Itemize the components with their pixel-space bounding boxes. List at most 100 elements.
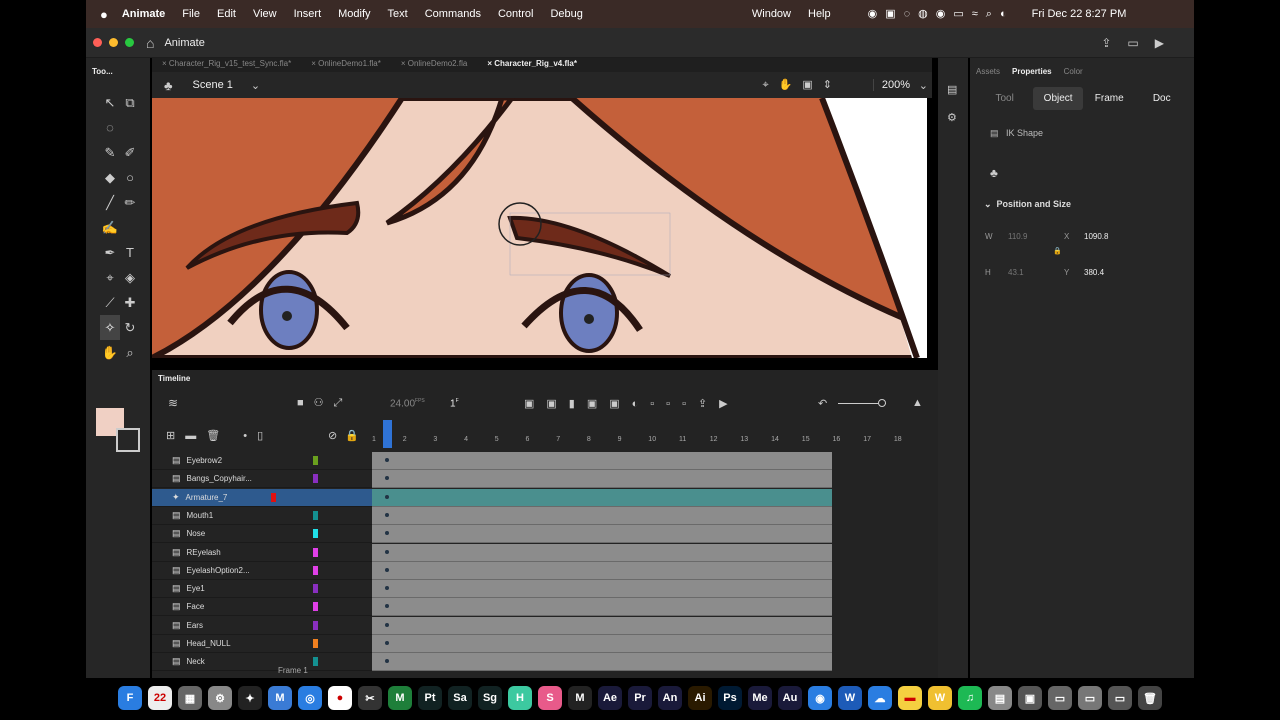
hand-icon[interactable]: ✋ bbox=[100, 340, 120, 365]
keyframe-dot[interactable] bbox=[385, 476, 389, 481]
keyframe-tools-icons[interactable]: ▣▣▮▣▣◐▫▫▫⇪▶ bbox=[524, 397, 740, 410]
chevron-down-icon[interactable]: ⌄ bbox=[251, 79, 260, 92]
dock-app-icon[interactable]: ▭ bbox=[1078, 686, 1102, 710]
dock-app-icon[interactable]: M bbox=[268, 686, 292, 710]
line-icon[interactable]: ╱ bbox=[100, 190, 120, 215]
keyframe-dot[interactable] bbox=[385, 604, 389, 609]
camera-parenting-graph-icons[interactable]: ■⚇⤢ bbox=[297, 396, 352, 410]
layer-color-marker[interactable] bbox=[313, 584, 318, 594]
layer-frames[interactable] bbox=[372, 653, 832, 672]
rotate-icon[interactable]: ↻ bbox=[120, 315, 140, 340]
zoom-slider-handle[interactable] bbox=[878, 399, 886, 407]
dock-app-icon[interactable]: ♫ bbox=[958, 686, 982, 710]
dock-app-icon[interactable]: Pt bbox=[418, 686, 442, 710]
menu-commands[interactable]: Commands bbox=[425, 8, 481, 20]
minimize-window-button[interactable] bbox=[109, 38, 118, 47]
symbol-icon[interactable]: ♣ bbox=[990, 166, 998, 180]
height-field[interactable]: 43.1 bbox=[1008, 268, 1024, 277]
paint-brush-icon[interactable]: ✐ bbox=[120, 140, 140, 165]
dock-app-icon[interactable]: ▤ bbox=[988, 686, 1012, 710]
layer-color-marker[interactable] bbox=[313, 547, 318, 557]
tab-doc-1[interactable]: × Character_Rig_v15_test_Sync.fla* bbox=[152, 58, 301, 72]
maximize-window-button[interactable] bbox=[125, 38, 134, 47]
dock-app-icon[interactable]: ◎ bbox=[298, 686, 322, 710]
zoom-dropdown-icon[interactable]: ⌄ bbox=[919, 79, 928, 92]
keyframe-dot[interactable] bbox=[385, 567, 389, 572]
dock-app-icon[interactable]: ◉ bbox=[808, 686, 832, 710]
home-icon[interactable]: ⌂ bbox=[146, 35, 154, 51]
x-field[interactable]: 1090.8 bbox=[1084, 232, 1108, 241]
layer-frames[interactable] bbox=[372, 525, 832, 544]
tab-properties[interactable]: Properties bbox=[1012, 67, 1052, 76]
dock-app-icon[interactable]: ▬ bbox=[898, 686, 922, 710]
keyframe-dot[interactable] bbox=[385, 659, 389, 664]
layer-color-marker[interactable] bbox=[271, 492, 276, 502]
lasso-icon[interactable]: ◌ bbox=[100, 115, 120, 140]
apple-icon[interactable]: ● bbox=[100, 7, 108, 22]
layer-frames[interactable] bbox=[372, 580, 832, 599]
dock-app-icon[interactable]: F bbox=[118, 686, 142, 710]
brush-icon[interactable]: ✎ bbox=[100, 140, 120, 165]
menu-app[interactable]: Animate bbox=[122, 8, 165, 20]
dock-app-icon[interactable]: ▣ bbox=[1018, 686, 1042, 710]
frame-ruler[interactable]: 1 2 3 4 5 6 7 8 9 10 11 12 13 14 15 16 17 18 bbox=[372, 436, 932, 448]
menu-file[interactable]: File bbox=[182, 8, 200, 20]
dock-panel-icons[interactable]: ▤ ⚙ bbox=[947, 76, 968, 132]
keyframe-dot[interactable] bbox=[385, 458, 389, 462]
keyframe-dot[interactable] bbox=[385, 494, 389, 499]
stage-canvas[interactable] bbox=[152, 98, 927, 358]
layer-row[interactable]: ▤ Nose bbox=[152, 525, 372, 544]
layer-frames[interactable] bbox=[372, 452, 832, 470]
layer-frames[interactable] bbox=[372, 470, 832, 489]
layer-row[interactable]: ▤ Neck bbox=[152, 653, 372, 672]
layer-color-marker[interactable] bbox=[313, 510, 318, 520]
zoom-icon[interactable]: ⌕ bbox=[120, 340, 140, 365]
subtab-object[interactable]: Object bbox=[1033, 87, 1083, 110]
layer-row[interactable]: ▤ Eyebrow2 bbox=[152, 452, 372, 470]
dock-app-icon[interactable]: M bbox=[388, 686, 412, 710]
status-icons[interactable]: ◉▣◌◍◉▭≈⌕◐ bbox=[868, 7, 1015, 21]
dock-app-icon[interactable]: H bbox=[508, 686, 532, 710]
dock-app-icon[interactable]: Ps bbox=[718, 686, 742, 710]
layer-row[interactable]: ▤ Bangs_Copyhair... bbox=[152, 470, 372, 489]
visibility-lock-icons[interactable]: ⊘🔒 bbox=[328, 429, 367, 442]
menu-modify[interactable]: Modify bbox=[338, 8, 370, 20]
layer-color-marker[interactable] bbox=[313, 657, 318, 667]
zoom-level[interactable]: 200% bbox=[872, 79, 910, 91]
stroke-color-swatch[interactable] bbox=[116, 428, 140, 452]
dock-app-icon[interactable]: Sa bbox=[448, 686, 472, 710]
tool-grid[interactable]: ↖ ⧉ ◌ ✎ ✐ ◆ ○ ╱ ✏ ✍ ✒ T ⌖ ◈ ⟋ ✚ ✧ ↻ ✋ ⌕ bbox=[100, 90, 140, 365]
tab-doc-4[interactable]: × Character_Rig_v4.fla* bbox=[477, 58, 587, 72]
dock-app-icon[interactable]: ✦ bbox=[238, 686, 262, 710]
layer-row[interactable]: ▤ Eye1 bbox=[152, 580, 372, 599]
layer-frames[interactable] bbox=[372, 488, 832, 507]
fps-display[interactable]: 24.00FPS bbox=[390, 398, 425, 409]
oval-icon[interactable]: ○ bbox=[120, 165, 140, 190]
layer-color-marker[interactable] bbox=[313, 602, 318, 612]
dock-app-icon[interactable]: Ae bbox=[598, 686, 622, 710]
layer-row[interactable]: ▤ Head_NULL bbox=[152, 635, 372, 653]
dock-app-icon[interactable]: ▭ bbox=[1048, 686, 1072, 710]
fluid-brush-icon[interactable]: ✍ bbox=[100, 215, 120, 240]
tab-doc-3[interactable]: × OnlineDemo2.fla bbox=[391, 58, 478, 72]
subselect-icon[interactable]: ⌖ bbox=[100, 265, 120, 290]
layer-row[interactable]: ▤ Ears bbox=[152, 617, 372, 635]
layer-frames[interactable] bbox=[372, 635, 832, 653]
menu-help[interactable]: Help bbox=[808, 8, 831, 20]
layer-frames[interactable] bbox=[372, 506, 832, 525]
dock-app-icon[interactable]: Sg bbox=[478, 686, 502, 710]
pin-icon[interactable]: ✚ bbox=[120, 290, 140, 315]
dock-app-icon[interactable]: M bbox=[568, 686, 592, 710]
dock-app-icon[interactable]: 22 bbox=[148, 686, 172, 710]
layer-color-marker[interactable] bbox=[313, 529, 318, 539]
dock-app-icon[interactable]: Ai bbox=[688, 686, 712, 710]
text-tool-icon[interactable]: T bbox=[120, 240, 140, 265]
dock-app-icon[interactable]: ⚙ bbox=[208, 686, 232, 710]
subtab-tool[interactable]: Tool bbox=[976, 93, 1033, 104]
layer-frames[interactable] bbox=[372, 616, 832, 635]
layer-row[interactable]: ▤ Face bbox=[152, 598, 372, 617]
dock-app-icon[interactable]: S bbox=[538, 686, 562, 710]
layers-icon[interactable]: ≋ bbox=[168, 396, 178, 410]
keyframe-dot[interactable] bbox=[385, 549, 389, 554]
layer-color-marker[interactable] bbox=[313, 565, 318, 575]
